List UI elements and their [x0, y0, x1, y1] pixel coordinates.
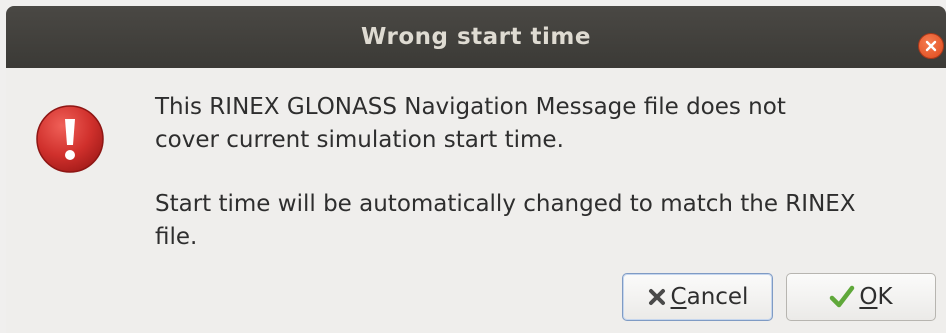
ok-label-rest: K [877, 284, 893, 310]
message-paragraph-2: Start time will be automatically changed… [155, 188, 935, 254]
title-bar[interactable]: Wrong start time [6, 6, 946, 68]
cancel-label-rest: ancel [686, 284, 749, 310]
message-paragraph-1: This RINEX GLONASS Navigation Message fi… [155, 91, 935, 157]
cancel-button[interactable]: Cancel [622, 273, 773, 321]
dialog-title: Wrong start time [361, 24, 591, 50]
ok-button[interactable]: OK [786, 273, 936, 321]
message-line-1: This RINEX GLONASS Navigation Message fi… [155, 94, 786, 120]
close-icon [925, 40, 937, 52]
wrong-start-time-dialog: Wrong start time This RINEX GLONASS Navi… [0, 0, 946, 333]
ok-button-label: OK [859, 284, 892, 310]
message-line-2: cover current simulation start time. [155, 127, 564, 153]
error-icon [36, 105, 104, 173]
message-line-4: file. [155, 224, 198, 250]
checkmark-icon [830, 285, 855, 308]
close-button[interactable] [918, 33, 944, 59]
message-line-3: Start time will be automatically changed… [155, 191, 856, 217]
ok-mnemonic: O [859, 284, 878, 310]
x-icon [648, 289, 665, 305]
cancel-button-label: Cancel [671, 284, 749, 310]
cancel-mnemonic: C [670, 284, 687, 310]
